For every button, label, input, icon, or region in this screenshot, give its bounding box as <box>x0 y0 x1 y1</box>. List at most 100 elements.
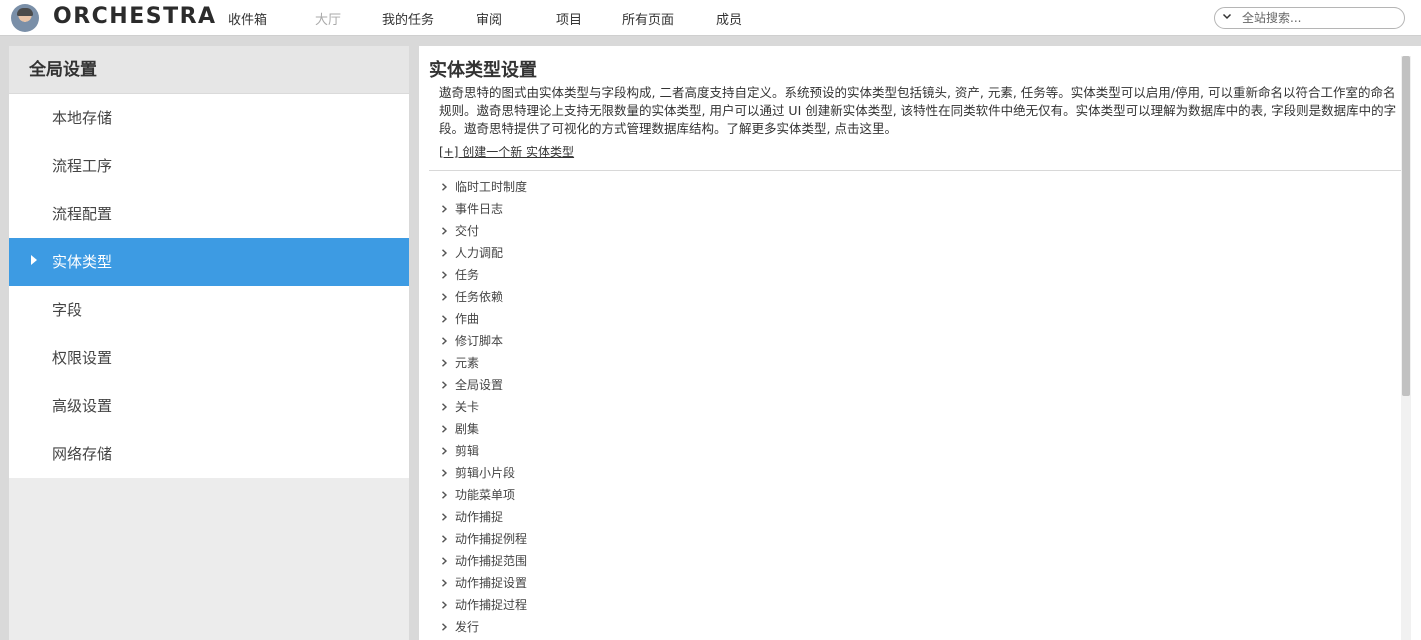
sidebar-item[interactable]: 本地存储 <box>9 94 409 142</box>
sidebar-item[interactable]: 流程工序 <box>9 142 409 190</box>
entity-type-label: 功能菜单项 <box>455 488 516 502</box>
entity-type-row[interactable]: 交付 <box>441 220 1391 242</box>
sidebar-item-label: 流程工序 <box>52 157 113 175</box>
chevron-right-icon[interactable] <box>441 447 448 455</box>
sidebar-item[interactable]: 实体类型 <box>9 238 409 286</box>
scrollbar[interactable] <box>1401 56 1411 640</box>
chevron-right-icon[interactable] <box>441 535 448 543</box>
sidebar-item-label: 网络存储 <box>52 445 113 463</box>
entity-type-label: 剪辑小片段 <box>455 466 516 480</box>
entity-type-row[interactable]: 剧集 <box>441 418 1391 440</box>
entity-type-label: 动作捕捉设置 <box>455 576 528 590</box>
chevron-down-icon[interactable] <box>1222 11 1232 21</box>
entity-type-label: 剧集 <box>455 422 480 436</box>
entity-type-row[interactable]: 动作捕捉设置 <box>441 572 1391 594</box>
nav-item[interactable]: 项目 <box>556 9 582 28</box>
entity-type-list: 临时工时制度 事件日志交付人力调配任务 任务依赖作曲修订脚本元素全局设置关卡剧集剪辑… <box>441 176 1391 638</box>
entity-type-row[interactable]: 全局设置 <box>441 374 1391 396</box>
entity-type-row[interactable]: 事件日志 <box>441 198 1391 220</box>
chevron-right-icon[interactable] <box>441 183 448 191</box>
entity-type-label: 动作捕捉例程 <box>455 532 528 546</box>
top-navbar: ORCHESTRA 收件箱 大厅 我的任务 审阅 项目 所有页面 成员 <box>0 0 1421 36</box>
global-search[interactable] <box>1214 7 1405 29</box>
entity-type-row[interactable]: 剪辑 <box>441 440 1391 462</box>
entity-type-row[interactable]: 临时工时制度 <box>441 176 1391 198</box>
chevron-right-icon[interactable] <box>441 249 448 257</box>
entity-type-row[interactable]: 作曲 <box>441 308 1391 330</box>
chevron-right-icon[interactable] <box>441 271 448 279</box>
chevron-right-icon[interactable] <box>441 491 448 499</box>
chevron-right-icon[interactable] <box>441 623 448 631</box>
entity-type-row[interactable]: 人力调配 <box>441 242 1391 264</box>
search-input[interactable] <box>1242 9 1397 27</box>
entity-type-row[interactable]: 元素 <box>441 352 1391 374</box>
nav-item[interactable]: 所有页面 <box>622 9 674 28</box>
sidebar-menu: 本地存储流程工序流程配置实体类型字段权限设置高级设置网络存储 <box>9 94 409 478</box>
entity-type-label: 人力调配 <box>455 246 504 260</box>
entity-type-row[interactable]: 剪辑小片段 <box>441 462 1391 484</box>
chevron-right-icon[interactable] <box>441 293 448 301</box>
entity-type-label: 修订脚本 <box>455 334 504 348</box>
chevron-right-icon[interactable] <box>441 227 448 235</box>
nav-item[interactable]: 大厅 <box>315 9 341 28</box>
entity-type-row[interactable]: 关卡 <box>441 396 1391 418</box>
entity-type-label: 动作捕捉过程 <box>455 598 528 612</box>
sidebar-item-label: 字段 <box>52 301 83 319</box>
sidebar-item-label: 流程配置 <box>52 205 113 223</box>
entity-type-row[interactable]: 功能菜单项 <box>441 484 1391 506</box>
sidebar-item[interactable]: 字段 <box>9 286 409 334</box>
entity-type-label: 作曲 <box>455 312 480 326</box>
sidebar-item[interactable]: 网络存储 <box>9 430 409 478</box>
entity-type-label: 动作捕捉范围 <box>455 554 528 568</box>
sidebar-item-label: 高级设置 <box>52 397 113 415</box>
entity-type-label: 元素 <box>455 356 480 370</box>
chevron-right-icon[interactable] <box>441 579 448 587</box>
nav-item[interactable]: 审阅 <box>476 9 502 28</box>
entity-type-label: 剪辑 <box>455 444 480 458</box>
create-entity-type-link[interactable]: [+] 创建一个新 实体类型 <box>439 143 574 160</box>
brand-logo[interactable]: ORCHESTRA <box>53 4 217 29</box>
sidebar-item-label: 实体类型 <box>52 253 113 271</box>
entity-type-label: 全局设置 <box>455 378 504 392</box>
chevron-right-icon[interactable] <box>441 205 448 213</box>
entity-type-row[interactable]: 动作捕捉例程 <box>441 528 1391 550</box>
nav-item[interactable]: 成员 <box>716 9 742 28</box>
chevron-right-icon[interactable] <box>441 381 448 389</box>
sidebar-item[interactable]: 高级设置 <box>9 382 409 430</box>
entity-type-row[interactable]: 任务依赖 <box>441 286 1391 308</box>
nav-item[interactable]: 我的任务 <box>382 9 434 28</box>
settings-sidebar: 全局设置 本地存储流程工序流程配置实体类型字段权限设置高级设置网络存储 <box>9 46 409 640</box>
entity-type-settings-panel: 实体类型设置 遨奇思特的图式由实体类型与字段构成, 二者高度支持自定义。系统预设… <box>419 46 1421 640</box>
chevron-right-icon[interactable] <box>441 469 448 477</box>
chevron-right-icon[interactable] <box>441 557 448 565</box>
entity-type-row[interactable]: 修订脚本 <box>441 330 1391 352</box>
chevron-right-icon[interactable] <box>441 513 448 521</box>
entity-type-label: 事件日志 <box>455 202 504 216</box>
sidebar-title: 全局设置 <box>9 46 409 94</box>
sidebar-item-label: 本地存储 <box>52 109 113 127</box>
chevron-right-icon[interactable] <box>441 359 448 367</box>
entity-type-row[interactable]: 任务 <box>441 264 1391 286</box>
description-text: 遨奇思特的图式由实体类型与字段构成, 二者高度支持自定义。系统预设的实体类型包括… <box>439 85 1397 136</box>
chevron-right-icon[interactable] <box>441 425 448 433</box>
caret-right-icon <box>31 255 37 265</box>
chevron-right-icon[interactable] <box>441 601 448 609</box>
sidebar-item[interactable]: 流程配置 <box>9 190 409 238</box>
entity-type-row[interactable]: 动作捕捉过程 <box>441 594 1391 616</box>
entity-type-label: 动作捕捉 <box>455 510 504 524</box>
entity-type-row[interactable]: 发行 <box>441 616 1391 638</box>
user-avatar[interactable] <box>11 4 39 32</box>
chevron-right-icon[interactable] <box>441 337 448 345</box>
page-title: 实体类型设置 <box>429 60 537 81</box>
chevron-right-icon[interactable] <box>441 315 448 323</box>
divider <box>429 170 1401 171</box>
chevron-right-icon[interactable] <box>441 403 448 411</box>
entity-type-label: 临时工时制度 <box>455 180 528 194</box>
nav-item[interactable]: 收件箱 <box>228 9 267 28</box>
entity-type-row[interactable]: 动作捕捉范围 <box>441 550 1391 572</box>
scrollbar-thumb[interactable] <box>1402 56 1410 396</box>
sidebar-item[interactable]: 权限设置 <box>9 334 409 382</box>
entity-type-row[interactable]: 动作捕捉 <box>441 506 1391 528</box>
entity-type-label: 交付 <box>455 224 480 238</box>
sidebar-item-label: 权限设置 <box>52 349 113 367</box>
